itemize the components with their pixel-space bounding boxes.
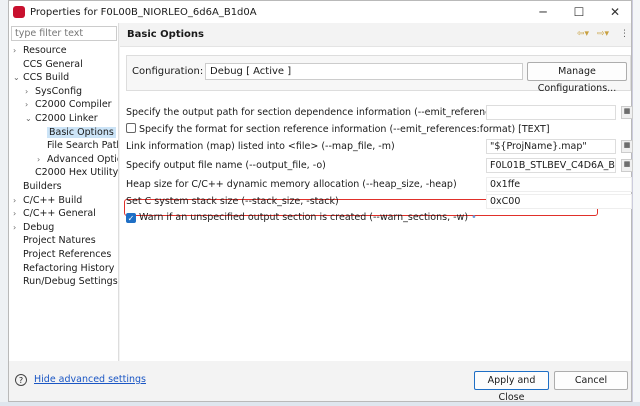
help-icon[interactable]: ?: [15, 374, 27, 386]
tree-item[interactable]: Project Natures: [9, 234, 118, 248]
page-title: Basic Options: [120, 23, 631, 47]
sidebar: ›ResourceCCS General⌄CCS Build›SysConfig…: [9, 23, 119, 361]
background-app-right: [632, 0, 640, 402]
browse-icon[interactable]: ▦: [621, 106, 633, 119]
close-button[interactable]: ✕: [597, 1, 633, 23]
heap-size-label: Heap size for C/C++ dynamic memory alloc…: [126, 179, 457, 190]
tree-item-label: C/C++ General: [23, 208, 96, 220]
tree-item-label: Basic Options: [47, 126, 116, 138]
output-file-label: Specify output file name (--output_file,…: [126, 160, 326, 171]
warn-sections-label: Warn if an unspecified output section is…: [139, 212, 469, 223]
emit-file-input[interactable]: [486, 105, 616, 120]
tree-item[interactable]: Project References: [9, 248, 118, 262]
tree-item[interactable]: › C/C++ General: [9, 207, 118, 221]
browse-icon[interactable]: ▦: [621, 159, 633, 172]
main-panel: Basic Options ⇦▾ ⇨▾ ⋮ Configuration: Deb…: [120, 23, 633, 361]
tree-item-label: Project Natures: [23, 235, 96, 247]
tree-item-label: C2000 Hex Utility: [35, 167, 118, 179]
tree-item[interactable]: › Resource: [9, 44, 118, 58]
tree-item-label: CCS Build: [23, 72, 70, 84]
window-title: Properties for F0L00B_NIORLEO_6d6A_B1d0A: [30, 6, 257, 18]
configuration-label: Configuration:: [132, 66, 204, 77]
filter-input[interactable]: [11, 26, 117, 41]
footer: ? Hide advanced settings Apply and Close…: [9, 361, 631, 403]
tree-item-label: SysConfig: [35, 85, 83, 97]
manage-configurations-button[interactable]: Manage Configurations...: [527, 62, 627, 94]
emit-format-option[interactable]: Specify the format for section reference…: [126, 121, 550, 138]
output-file-input[interactable]: F0L01B_STLBEV_C4D6A_B1d0B: [486, 158, 616, 173]
tree-item-label: Project References: [23, 248, 112, 260]
browse-icon[interactable]: ▦: [621, 140, 633, 153]
emit-file-label: Specify the output path for section depe…: [126, 107, 523, 118]
back-icon[interactable]: ⇦▾: [577, 29, 589, 39]
hide-advanced-settings-link[interactable]: Hide advanced settings: [34, 374, 146, 385]
tree-item[interactable]: › C/C++ Build: [9, 194, 118, 208]
map-file-input[interactable]: "${ProjName}.map": [486, 139, 616, 154]
twisty-icon[interactable]: ⌄: [13, 71, 23, 85]
tree-item-label: Debug: [23, 221, 55, 233]
tree-item[interactable]: › SysConfig: [9, 85, 118, 99]
emit-format-checkbox[interactable]: [126, 123, 136, 133]
twisty-icon[interactable]: ›: [13, 221, 23, 235]
configuration-group: Configuration: Debug [ Active ] Manage C…: [126, 55, 631, 94]
tree-item-label: Run/Debug Settings: [23, 276, 118, 288]
tree-item[interactable]: C2000 Hex Utility: [9, 166, 118, 180]
tree-item[interactable]: Run/Debug Settings: [9, 275, 118, 289]
tree-item-label: C2000 Compiler: [35, 99, 112, 111]
menu-icon[interactable]: ⋮: [620, 29, 629, 39]
twisty-icon[interactable]: ›: [13, 194, 23, 208]
tree-item-label: File Search Path: [47, 140, 118, 152]
stack-size-label: Set C system stack size (--stack_size, -…: [126, 196, 339, 207]
tree-item-label: CCS General: [23, 58, 83, 70]
twisty-icon[interactable]: ›: [25, 85, 35, 99]
configuration-select[interactable]: Debug [ Active ]: [205, 63, 523, 80]
twisty-icon[interactable]: ›: [13, 207, 23, 221]
tree-item[interactable]: › Advanced Optio: [9, 153, 118, 167]
tree-item-label: Builders: [23, 180, 62, 192]
tree-item-label: Advanced Optio: [47, 153, 118, 165]
tree-item[interactable]: › C2000 Compiler: [9, 98, 118, 112]
app-logo-icon: [13, 6, 25, 18]
heap-size-input[interactable]: 0x1ffe: [486, 177, 632, 192]
stack-size-input[interactable]: 0xC00: [486, 194, 632, 209]
background-app: [0, 0, 8, 402]
warn-sections-option[interactable]: ✓ Warn if an unspecified output section i…: [126, 209, 477, 226]
tree-item-label: Resource: [23, 45, 67, 56]
emit-format-label: Specify the format for section reference…: [139, 124, 550, 135]
tree-item-label: Refactoring History: [23, 262, 115, 274]
tree-item-label: C/C++ Build: [23, 194, 83, 206]
tree-item-label: C2000 Linker: [35, 112, 98, 124]
tree-item[interactable]: CCS General: [9, 58, 118, 72]
twisty-icon[interactable]: ›: [13, 44, 23, 58]
apply-and-close-button[interactable]: Apply and Close: [474, 371, 549, 403]
tree-item[interactable]: File Search Path: [9, 139, 118, 153]
cancel-button[interactable]: Cancel: [554, 371, 628, 390]
warn-sections-checkbox[interactable]: ✓: [126, 213, 136, 223]
tree-item[interactable]: Refactoring History: [9, 262, 118, 276]
maximize-button[interactable]: ☐: [561, 1, 597, 23]
property-tree: › Resource CCS General ⌄ CCS Build › SysConfig…: [9, 44, 118, 289]
properties-dialog: Properties for F0L00B_NIORLEO_6d6A_B1d0A…: [8, 0, 633, 403]
tree-item[interactable]: › Debug: [9, 221, 118, 235]
tree-item[interactable]: Basic Options: [9, 126, 118, 140]
twisty-icon[interactable]: ›: [25, 98, 35, 112]
twisty-icon[interactable]: ›: [37, 153, 47, 167]
twisty-icon[interactable]: ⌄: [25, 112, 35, 126]
forward-icon[interactable]: ⇨▾: [597, 29, 609, 39]
map-file-label: Link information (map) listed into <file…: [126, 141, 395, 152]
tree-item[interactable]: ⌄ C2000 Linker: [9, 112, 118, 126]
minimize-button[interactable]: ─: [525, 1, 561, 23]
tree-item[interactable]: ⌄ CCS Build: [9, 71, 118, 85]
tree-item[interactable]: Builders: [9, 180, 118, 194]
